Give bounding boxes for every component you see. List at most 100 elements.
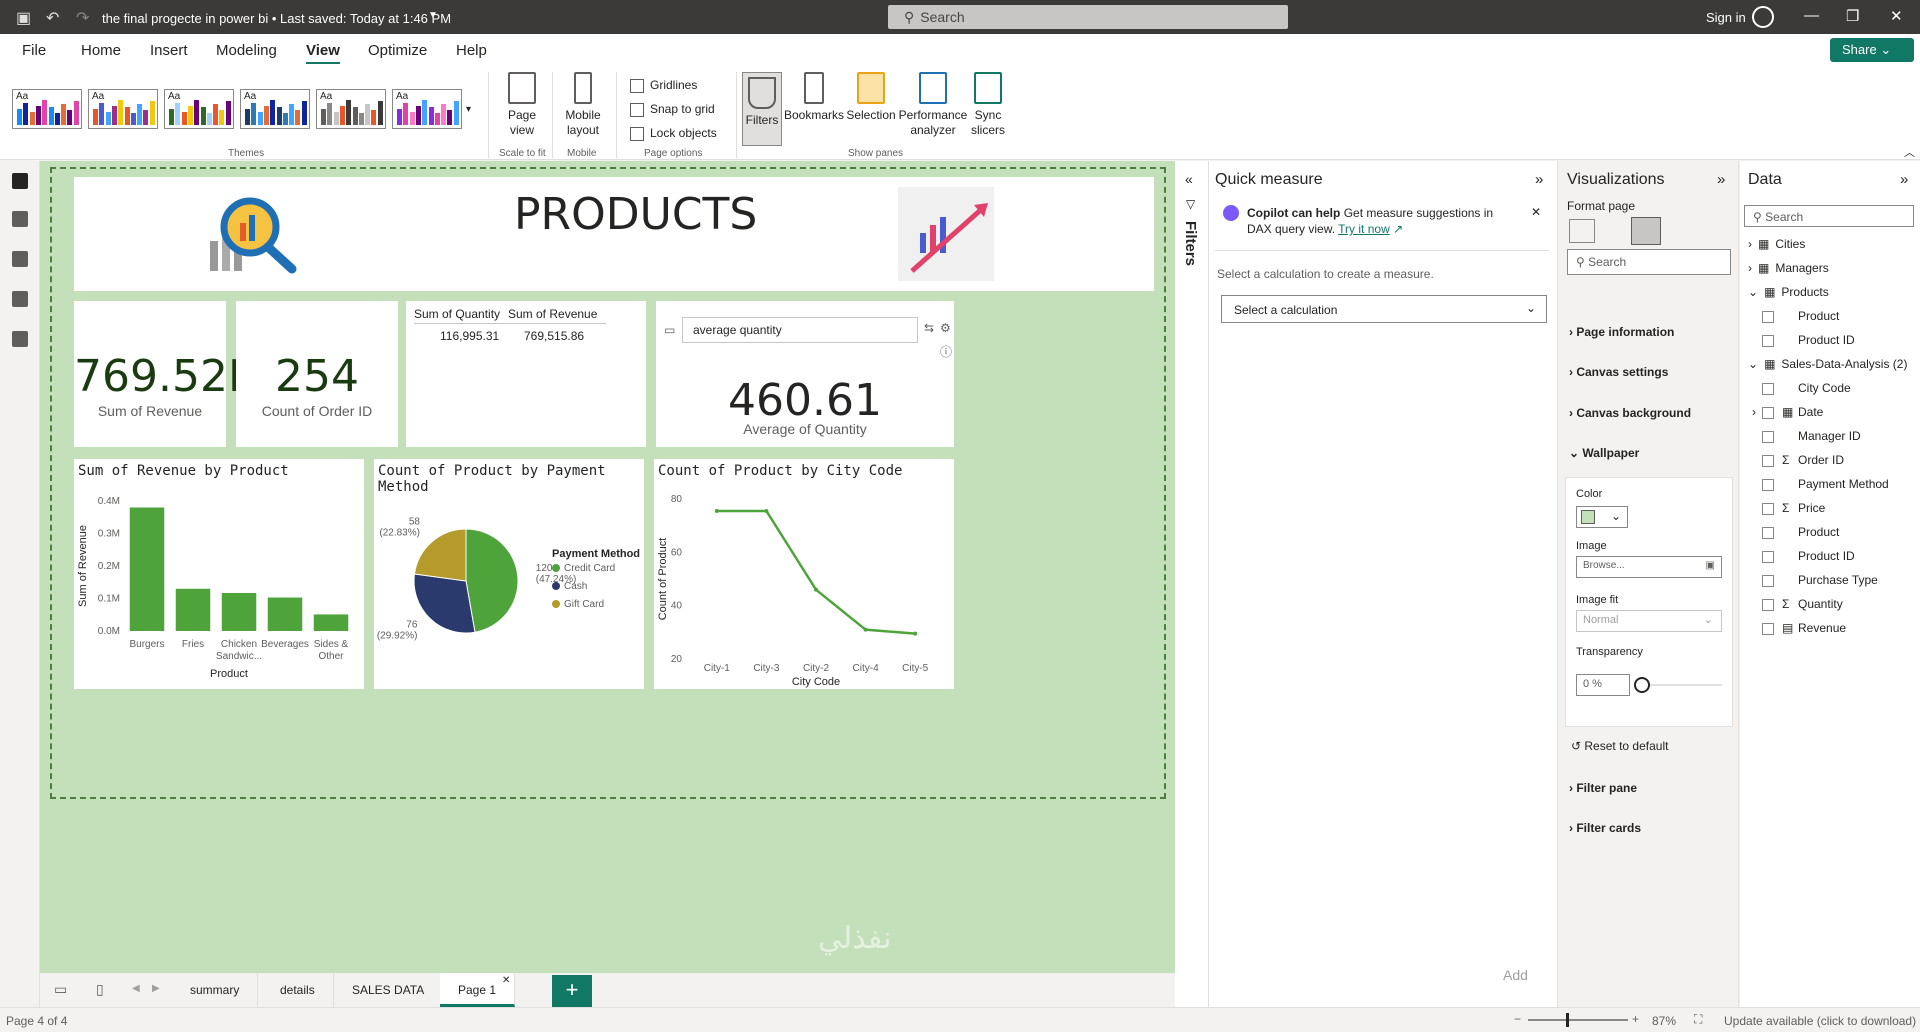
chevron-down-icon[interactable]: ⌄ xyxy=(1748,357,1758,371)
field-checkbox[interactable] xyxy=(1762,574,1774,587)
snap-to-grid-checkbox[interactable]: Snap to grid xyxy=(630,102,715,117)
kpi-card-orders[interactable]: 254 Count of Order ID xyxy=(236,301,398,447)
field-checkbox[interactable] xyxy=(1762,526,1774,539)
page-tab-details[interactable]: details xyxy=(262,973,334,1007)
selection-button[interactable]: Selection xyxy=(846,72,896,123)
table-node[interactable]: › ▦ Managers xyxy=(1748,261,1829,275)
slider-thumb[interactable] xyxy=(1634,677,1650,693)
field-checkbox[interactable] xyxy=(1762,550,1774,563)
chevron-down-icon[interactable]: ▼ xyxy=(428,10,438,21)
field-checkbox[interactable] xyxy=(1762,454,1774,467)
field-checkbox[interactable] xyxy=(1762,406,1774,419)
field-checkbox[interactable] xyxy=(1762,382,1774,395)
pie-slice[interactable] xyxy=(413,573,476,634)
collapse-pane-icon[interactable]: » xyxy=(1900,171,1908,188)
tab-insert[interactable]: Insert xyxy=(150,42,188,59)
chevron-right-icon[interactable]: › xyxy=(1752,405,1756,419)
comment-icon[interactable]: ▭ xyxy=(664,323,675,337)
transparency-input[interactable]: 0 % xyxy=(1576,674,1630,696)
table-node[interactable]: › ▦ Cities xyxy=(1748,237,1805,251)
summary-table[interactable]: Sum of Quantity Sum of Revenue 116,995.3… xyxy=(406,301,646,447)
tab-view[interactable]: View xyxy=(306,42,340,65)
legend-marker[interactable] xyxy=(552,600,560,608)
bar[interactable] xyxy=(175,588,211,631)
bar[interactable] xyxy=(313,614,349,631)
mobile-layout-button[interactable]: Mobile layout xyxy=(558,72,608,138)
reset-to-default-link[interactable]: ↺ Reset to default xyxy=(1571,739,1668,753)
theme-thumbnail[interactable]: Aa xyxy=(392,89,462,129)
field-item[interactable]: Product ID xyxy=(1762,549,1855,563)
page-view-button[interactable]: Page view xyxy=(502,72,542,138)
theme-thumbnail[interactable]: Aa xyxy=(164,89,234,129)
avatar-icon[interactable] xyxy=(1752,6,1774,28)
field-item[interactable]: Σ Quantity xyxy=(1762,597,1843,611)
legend-label[interactable]: Gift Card xyxy=(564,599,604,610)
document-title[interactable]: the final progecte in power bi • Last sa… xyxy=(102,11,451,26)
info-icon[interactable]: ⓘ xyxy=(940,343,952,360)
legend-marker[interactable] xyxy=(552,582,560,590)
section-filter-cards[interactable]: › Filter cards xyxy=(1569,821,1641,835)
section-canvas-background[interactable]: › Canvas background xyxy=(1569,406,1691,420)
chevron-right-icon[interactable]: › xyxy=(1748,261,1752,275)
page-tab-sales-data[interactable]: SALES DATA xyxy=(334,973,444,1007)
gridlines-checkbox[interactable]: Gridlines xyxy=(630,78,697,93)
mobile-view-icon[interactable]: ▯ xyxy=(96,981,104,998)
viz-search-input[interactable]: ⚲ Search xyxy=(1567,249,1731,275)
data-point[interactable] xyxy=(863,627,868,632)
field-checkbox[interactable] xyxy=(1762,598,1774,611)
filters-collapsed-pane[interactable]: « ▽ Filters xyxy=(1175,161,1209,1007)
performance-analyzer-button[interactable]: Performance analyzer xyxy=(898,72,968,138)
series-line[interactable] xyxy=(716,509,916,635)
try-it-now-link[interactable]: Try it now xyxy=(1338,222,1390,236)
filters-pane-button[interactable]: Filters xyxy=(742,72,782,146)
pie-slice[interactable] xyxy=(465,528,519,633)
line-chart-card[interactable]: Count of Product by City Code 20 40 60 80 Co… xyxy=(654,459,954,689)
section-canvas-settings[interactable]: › Canvas settings xyxy=(1569,365,1668,379)
field-item[interactable]: Purchase Type xyxy=(1762,573,1878,587)
image-fit-dropdown[interactable]: Normal ⌄ xyxy=(1576,610,1722,632)
color-picker[interactable]: ⌄ xyxy=(1576,506,1628,528)
chevron-down-icon[interactable]: ⌄ xyxy=(1748,285,1758,299)
bar[interactable] xyxy=(267,597,303,631)
tmdl-view-icon[interactable] xyxy=(12,331,28,347)
pie-chart-card[interactable]: Count of Product by Payment Method 120 (4… xyxy=(374,459,644,689)
save-icon[interactable]: ▣ xyxy=(16,8,31,28)
field-checkbox[interactable] xyxy=(1762,502,1774,515)
pie-slice[interactable] xyxy=(413,528,467,582)
theme-thumbnail[interactable]: Aa xyxy=(240,89,310,129)
collapse-pane-icon[interactable]: » xyxy=(1717,171,1725,188)
report-view-icon[interactable] xyxy=(12,173,28,189)
field-checkbox[interactable] xyxy=(1762,310,1774,323)
next-page-icon[interactable]: ▶ xyxy=(152,983,160,994)
expand-filters-icon[interactable]: « xyxy=(1185,171,1193,187)
kpi-card-revenue[interactable]: 769.52K Sum of Revenue xyxy=(74,301,257,447)
gallery-expand-icon[interactable]: ▾ xyxy=(466,104,471,115)
bookmarks-button[interactable]: Bookmarks xyxy=(784,72,844,123)
lock-objects-checkbox[interactable]: Lock objects xyxy=(630,126,717,141)
field-checkbox[interactable] xyxy=(1762,430,1774,443)
legend-marker[interactable] xyxy=(552,564,560,572)
zoom-out-icon[interactable]: − xyxy=(1514,1012,1521,1026)
minimize-icon[interactable]: — xyxy=(1804,7,1819,24)
dax-query-view-icon[interactable] xyxy=(12,291,28,307)
bar-chart-card[interactable]: Sum of Revenue by Product 0.0M 0.1M 0.2M 0.… xyxy=(74,459,364,689)
tab-file[interactable]: File xyxy=(22,42,46,59)
calculation-dropdown[interactable]: Select a calculation ⌄ xyxy=(1221,295,1547,323)
data-search-input[interactable]: ⚲ Search xyxy=(1744,205,1914,227)
zoom-slider-thumb[interactable] xyxy=(1566,1013,1569,1027)
tab-help[interactable]: Help xyxy=(456,42,487,59)
field-item[interactable]: Product xyxy=(1762,309,1839,323)
model-view-icon[interactable] xyxy=(12,251,28,267)
collapse-pane-icon[interactable]: » xyxy=(1535,171,1543,188)
share-button[interactable]: Share ⌄ xyxy=(1830,38,1914,62)
theme-thumbnail[interactable]: Aa xyxy=(316,89,386,129)
prev-page-icon[interactable]: ◀ xyxy=(132,983,140,994)
table-node[interactable]: ⌄ ▦ Sales-Data-Analysis (2) xyxy=(1748,357,1907,371)
field-item[interactable]: Σ Price xyxy=(1762,501,1825,515)
field-checkbox[interactable] xyxy=(1762,622,1774,635)
fit-to-page-icon[interactable]: ⛶ xyxy=(1694,1012,1702,1027)
section-page-information[interactable]: › Page information xyxy=(1569,325,1674,339)
collapse-ribbon-icon[interactable]: ︿ xyxy=(1904,144,1915,160)
zoom-slider[interactable] xyxy=(1528,1019,1628,1021)
field-item[interactable]: Payment Method xyxy=(1762,477,1889,491)
